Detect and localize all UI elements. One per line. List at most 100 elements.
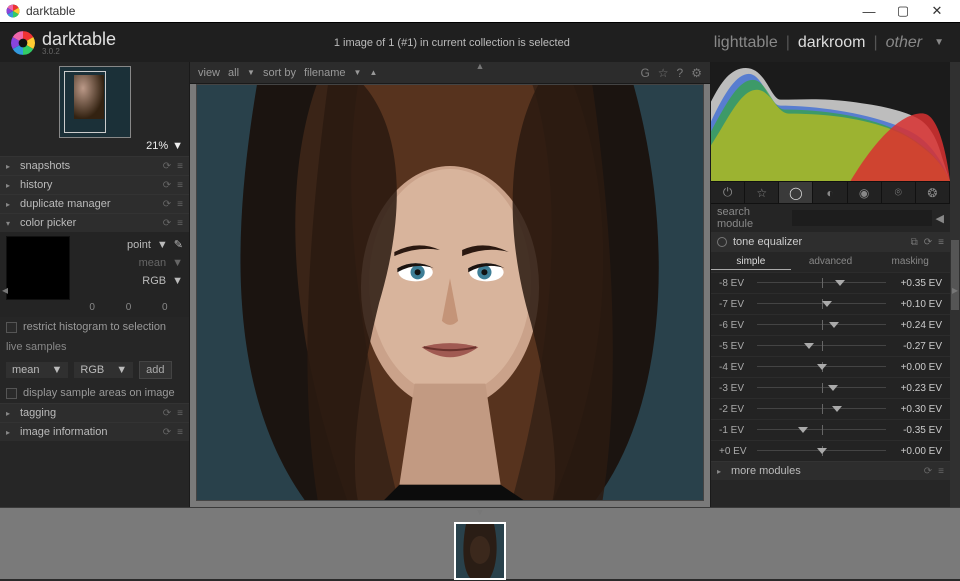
ev-slider-row[interactable]: -6 EV+0.24 EV bbox=[711, 314, 950, 335]
left-panel: 21% ▼ ▸snapshots ⟳ ≡ ▸history ⟳≡ ▸duplic… bbox=[0, 62, 190, 507]
histogram[interactable] bbox=[711, 62, 950, 182]
mode-menu-icon[interactable]: ▼ bbox=[934, 37, 944, 48]
tab-tone-icon[interactable]: ◐ bbox=[813, 182, 847, 203]
ev-track[interactable] bbox=[757, 402, 886, 416]
mode-other[interactable]: other bbox=[886, 34, 922, 52]
tab-effect-icon[interactable]: ❂ bbox=[916, 182, 950, 203]
reset-icon[interactable]: ⟳ bbox=[163, 161, 171, 172]
preferences-icon[interactable]: ⚙ bbox=[691, 66, 702, 80]
sort-value[interactable]: filename bbox=[304, 67, 346, 79]
grouping-icon[interactable]: G bbox=[640, 66, 649, 80]
ev-slider-row[interactable]: -4 EV+0.00 EV bbox=[711, 356, 950, 377]
section-tagging[interactable]: ▸tagging ⟳≡ bbox=[0, 404, 189, 422]
window-titlebar: darktable — ▢ ✕ bbox=[0, 0, 960, 22]
mode-lighttable[interactable]: lighttable bbox=[714, 34, 778, 52]
ev-track[interactable] bbox=[757, 276, 886, 290]
tab-active-modules-icon[interactable]: ⏻ bbox=[711, 182, 745, 203]
ev-track[interactable] bbox=[757, 360, 886, 374]
ev-label: +0 EV bbox=[719, 446, 757, 457]
ev-slider-row[interactable]: +0 EV +0.00 EV bbox=[711, 440, 950, 461]
zoom-dropdown-icon[interactable]: ▼ bbox=[172, 140, 183, 152]
multi-instance-icon[interactable]: ⧉ bbox=[911, 237, 918, 248]
ev-slider-row[interactable]: -2 EV+0.30 EV bbox=[711, 398, 950, 419]
ev-track[interactable] bbox=[757, 339, 886, 353]
picker-r: 0 bbox=[89, 302, 95, 313]
section-color-picker[interactable]: ▾color picker ⟳≡ bbox=[0, 214, 189, 232]
window-minimize-button[interactable]: — bbox=[852, 0, 886, 22]
ev-value: -0.27 EV bbox=[886, 341, 942, 352]
ev-track[interactable] bbox=[757, 381, 886, 395]
navigation-thumbnail[interactable] bbox=[59, 66, 131, 138]
sort-direction-icon[interactable]: ▲ bbox=[369, 68, 377, 77]
ev-track[interactable] bbox=[757, 423, 886, 437]
sort-dropdown-icon[interactable]: ▼ bbox=[354, 68, 362, 77]
ev-slider-row[interactable]: -7 EV+0.10 EV bbox=[711, 293, 950, 314]
tab-color-icon[interactable]: ◉ bbox=[848, 182, 882, 203]
ev-slider-row[interactable]: -5 EV -0.27 EV bbox=[711, 335, 950, 356]
filter-bar: view all ▼ sort by filename ▼ ▲ G ☆ ? ⚙ bbox=[190, 62, 710, 84]
canvas-area bbox=[190, 84, 710, 507]
display-sample-areas-checkbox[interactable]: display sample areas on image bbox=[0, 383, 189, 403]
section-image-info[interactable]: ▸image information ⟳≡ bbox=[0, 423, 189, 441]
section-more-modules[interactable]: ▸more modules ⟳≡ bbox=[711, 462, 950, 480]
tab-advanced[interactable]: advanced bbox=[791, 256, 871, 270]
app-logo bbox=[10, 30, 36, 56]
ev-label: -4 EV bbox=[719, 362, 757, 373]
window-close-button[interactable]: ✕ bbox=[920, 0, 954, 22]
tab-correction-icon[interactable]: ⌾ bbox=[882, 182, 916, 203]
clear-search-icon[interactable]: ◀ bbox=[936, 212, 944, 225]
picker-stat[interactable]: mean bbox=[139, 257, 167, 269]
tab-simple[interactable]: simple bbox=[711, 256, 791, 270]
window-maximize-button[interactable]: ▢ bbox=[886, 0, 920, 22]
search-module-input[interactable] bbox=[792, 210, 932, 226]
eyedropper-icon[interactable]: ✎ bbox=[174, 238, 183, 251]
tab-basic-icon[interactable]: ◯ bbox=[779, 182, 813, 203]
star-overlay-icon[interactable]: ☆ bbox=[658, 66, 669, 80]
module-tone-equalizer-header[interactable]: tone equalizer ⧉ ⟳ ≡ bbox=[711, 232, 950, 252]
ev-slider-row[interactable]: -8 EV+0.35 EV bbox=[711, 272, 950, 293]
ev-value: -0.35 EV bbox=[886, 425, 942, 436]
tab-masking[interactable]: masking bbox=[870, 256, 950, 270]
right-panel: ⏻ ☆ ◯ ◐ ◉ ⌾ ❂ search module ◀ tone equal… bbox=[710, 62, 960, 507]
help-icon[interactable]: ? bbox=[677, 66, 684, 80]
picker-mode[interactable]: point bbox=[127, 239, 151, 251]
ev-value: +0.23 EV bbox=[886, 383, 942, 394]
live-stat-dropdown[interactable]: mean▼ bbox=[6, 362, 68, 378]
live-space-dropdown[interactable]: RGB▼ bbox=[74, 362, 133, 378]
section-duplicate[interactable]: ▸duplicate manager ⟳≡ bbox=[0, 195, 189, 213]
presets-icon[interactable]: ≡ bbox=[177, 161, 183, 172]
collapse-left-icon[interactable]: ◂ bbox=[0, 265, 10, 315]
filmstrip-thumbnail[interactable] bbox=[454, 522, 506, 580]
collapse-right-icon[interactable]: ▸ bbox=[950, 265, 960, 315]
section-history[interactable]: ▸history ⟳≡ bbox=[0, 176, 189, 194]
picker-space[interactable]: RGB bbox=[142, 275, 166, 287]
image-viewport[interactable] bbox=[196, 84, 704, 501]
restrict-histogram-checkbox[interactable]: restrict histogram to selection bbox=[0, 317, 189, 337]
add-sample-button[interactable]: add bbox=[139, 361, 171, 379]
ev-track[interactable] bbox=[757, 318, 886, 332]
app-header: darktable 3.0.2 1 image of 1 (#1) in cur… bbox=[0, 22, 960, 62]
ev-value: +0.00 EV bbox=[886, 446, 942, 457]
edited-image bbox=[197, 85, 703, 500]
ev-slider-row[interactable]: -1 EV-0.35 EV bbox=[711, 419, 950, 440]
ev-label: -5 EV bbox=[719, 341, 757, 352]
picker-b: 0 bbox=[162, 302, 168, 313]
collapse-bottom-icon[interactable]: ▼ bbox=[476, 507, 485, 517]
view-dropdown-icon[interactable]: ▼ bbox=[247, 68, 255, 77]
mode-darkroom[interactable]: darkroom bbox=[798, 34, 866, 52]
ev-slider-row[interactable]: -3 EV+0.23 EV bbox=[711, 377, 950, 398]
ev-label: -7 EV bbox=[719, 299, 757, 310]
app-icon bbox=[6, 4, 20, 18]
module-presets-icon[interactable]: ≡ bbox=[938, 237, 944, 248]
tab-favorites-icon[interactable]: ☆ bbox=[745, 182, 779, 203]
view-value[interactable]: all bbox=[228, 67, 239, 79]
live-samples-header: live samples bbox=[0, 337, 189, 357]
ev-track[interactable] bbox=[757, 444, 886, 458]
ev-track[interactable] bbox=[757, 297, 886, 311]
filmstrip: ▼ bbox=[0, 507, 960, 579]
module-reset-icon[interactable]: ⟳ bbox=[924, 237, 932, 248]
module-group-tabs: ⏻ ☆ ◯ ◐ ◉ ⌾ ❂ bbox=[711, 182, 950, 204]
section-snapshots[interactable]: ▸snapshots ⟳ ≡ bbox=[0, 157, 189, 175]
collapse-top-icon[interactable]: ▲ bbox=[476, 61, 485, 71]
module-power-icon[interactable] bbox=[717, 237, 727, 247]
